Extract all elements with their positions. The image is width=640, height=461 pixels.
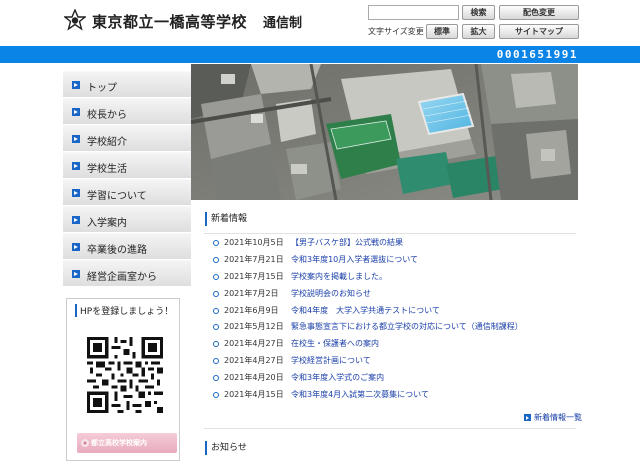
sidebar-item-label: 学習について bbox=[87, 191, 147, 202]
search-input[interactable] bbox=[368, 5, 459, 20]
circle-bullet-icon bbox=[213, 358, 219, 365]
sidebar-item-admin-office[interactable]: 経営企画室から bbox=[63, 260, 191, 287]
news-item: 2021年10月5日 【男子バスケ部】公式戦の結果 bbox=[212, 236, 580, 253]
site-header: 東京都立一橋高等学校 通信制 検索 配色変更 文字サイズ変更 標準 拡大 サイト… bbox=[0, 0, 640, 46]
hp-register-box: HPを登録しましょう！ 都立高校学校案内 bbox=[66, 298, 180, 461]
news-item: 2021年7月15日 学校案内を掲載しました。 bbox=[212, 270, 580, 287]
arrow-square-icon bbox=[524, 414, 531, 421]
sidebar-item-learning[interactable]: 学習について bbox=[63, 179, 191, 206]
circle-bullet-icon bbox=[213, 341, 219, 348]
arrow-square-icon bbox=[72, 189, 80, 197]
news-link[interactable]: 令和3年度4月入試第二次募集について bbox=[291, 389, 429, 400]
circle-bullet-icon bbox=[213, 290, 219, 297]
news-date: 2021年4月15日 bbox=[224, 390, 284, 400]
color-change-button[interactable]: 配色変更 bbox=[499, 5, 579, 20]
header-bar: 0001651991 bbox=[0, 46, 640, 63]
notice-heading: お知らせ bbox=[205, 441, 247, 455]
news-item: 2021年7月21日 令和3年度10月入学者選抜について bbox=[212, 253, 580, 270]
circle-bullet-icon bbox=[213, 375, 219, 382]
circle-bullet-icon bbox=[213, 307, 219, 314]
sidebar-item-school-life[interactable]: 学校生活 bbox=[63, 152, 191, 179]
news-divider bbox=[204, 233, 576, 234]
banner-text: 都立高校学校案内 bbox=[91, 439, 147, 447]
news-item: 2021年5月12日 緊急事態宣言下における都立学校の対応について（通信制課程） bbox=[212, 320, 580, 337]
news-list-link[interactable]: 新着情報一覧 bbox=[524, 412, 582, 423]
sidebar-item-admission[interactable]: 入学案内 bbox=[63, 206, 191, 233]
circle-bullet-icon bbox=[213, 324, 219, 331]
school-logo-icon[interactable] bbox=[64, 9, 86, 31]
sidebar-item-label: 卒業後の進路 bbox=[87, 245, 147, 256]
sidebar-item-label: 校長から bbox=[87, 110, 127, 121]
news-link[interactable]: 令和3年度10月入学者選抜について bbox=[291, 254, 418, 265]
news-item: 2021年6月9日 令和4年度 大学入学共通テストについて bbox=[212, 304, 580, 321]
news-date: 2021年7月2日 bbox=[224, 288, 279, 298]
sidebar-item-label: 学校紹介 bbox=[87, 137, 127, 148]
sidebar-nav: トップ 校長から 学校紹介 学校生活 学習について 入学案内 卒業後の進路 経営… bbox=[63, 71, 191, 287]
font-size-label: 文字サイズ変更 bbox=[368, 27, 424, 36]
sidebar-item-label: 入学案内 bbox=[87, 218, 127, 229]
arrow-square-icon bbox=[72, 270, 80, 278]
sidebar-item-label: 経営企画室から bbox=[87, 272, 157, 283]
sidebar-item-school-intro[interactable]: 学校紹介 bbox=[63, 125, 191, 152]
arrow-square-icon bbox=[72, 162, 80, 170]
circle-bullet-icon bbox=[213, 273, 219, 280]
news-date: 2021年7月21日 bbox=[224, 254, 284, 264]
course-name: 通信制 bbox=[263, 16, 303, 31]
news-heading: 新着情報 bbox=[205, 212, 247, 226]
sidebar-item-principal[interactable]: 校長から bbox=[63, 98, 191, 125]
news-date: 2021年4月27日 bbox=[224, 356, 284, 366]
news-date: 2021年10月5日 bbox=[224, 238, 284, 247]
news-list: 2021年10月5日 【男子バスケ部】公式戦の結果 2021年7月21日 令和3年度… bbox=[212, 236, 580, 405]
sidebar-item-career[interactable]: 卒業後の進路 bbox=[63, 233, 191, 260]
circle-bullet-icon bbox=[213, 392, 219, 399]
flower-icon bbox=[81, 439, 89, 447]
news-link[interactable]: 在校生・保護者への案内 bbox=[291, 338, 379, 349]
news-item: 2021年4月15日 令和3年度4月入試第二次募集について bbox=[212, 388, 580, 405]
qr-code-icon bbox=[87, 337, 163, 413]
news-bottom-divider bbox=[204, 428, 576, 429]
news-item: 2021年4月27日 在校生・保護者への案内 bbox=[212, 337, 580, 354]
news-item: 2021年4月20日 令和3年度入学式のご案内 bbox=[212, 371, 580, 388]
font-large-button[interactable]: 拡大 bbox=[462, 24, 495, 39]
sidebar-item-label: トップ bbox=[87, 83, 117, 94]
access-counter: 0001651991 bbox=[496, 48, 578, 61]
search-button[interactable]: 検索 bbox=[462, 5, 495, 20]
arrow-square-icon bbox=[72, 216, 80, 224]
news-link[interactable]: 【男子バスケ部】公式戦の結果 bbox=[291, 237, 403, 248]
news-link[interactable]: 緊急事態宣言下における都立学校の対応について（通信制課程） bbox=[291, 321, 523, 332]
font-standard-button[interactable]: 標準 bbox=[426, 24, 458, 39]
circle-bullet-icon bbox=[213, 240, 219, 246]
news-item: 2021年7月2日 学校説明会のお知らせ bbox=[212, 287, 580, 304]
arrow-square-icon bbox=[72, 135, 80, 143]
news-link[interactable]: 学校案内を掲載しました。 bbox=[291, 271, 387, 282]
arrow-square-icon bbox=[72, 108, 80, 116]
sitemap-button[interactable]: サイトマップ bbox=[499, 24, 579, 39]
news-date: 2021年4月27日 bbox=[224, 339, 284, 349]
news-item: 2021年4月27日 学校経営計画について bbox=[212, 354, 580, 371]
circle-bullet-icon bbox=[213, 256, 219, 263]
news-date: 2021年7月15日 bbox=[224, 271, 284, 281]
hp-register-title: HPを登録しましょう！ bbox=[75, 304, 173, 317]
sidebar-item-top[interactable]: トップ bbox=[63, 71, 191, 98]
news-link[interactable]: 令和4年度 大学入学共通テストについて bbox=[291, 305, 440, 316]
sidebar-item-label: 学校生活 bbox=[87, 164, 127, 175]
news-date: 2021年5月12日 bbox=[224, 322, 284, 332]
school-aerial-photo bbox=[191, 64, 578, 200]
news-link[interactable]: 学校説明会のお知らせ bbox=[291, 288, 371, 299]
school-guide-banner[interactable]: 都立高校学校案内 bbox=[77, 433, 177, 453]
news-list-label: 新着情報一覧 bbox=[534, 413, 582, 422]
news-link[interactable]: 令和3年度入学式のご案内 bbox=[291, 372, 384, 383]
arrow-square-icon bbox=[72, 243, 80, 251]
news-date: 2021年6月9日 bbox=[224, 305, 279, 315]
news-link[interactable]: 学校経営計画について bbox=[291, 355, 371, 366]
news-date: 2021年4月20日 bbox=[224, 373, 284, 383]
arrow-square-icon bbox=[72, 81, 80, 89]
school-name[interactable]: 東京都立一橋高等学校 bbox=[92, 11, 247, 32]
